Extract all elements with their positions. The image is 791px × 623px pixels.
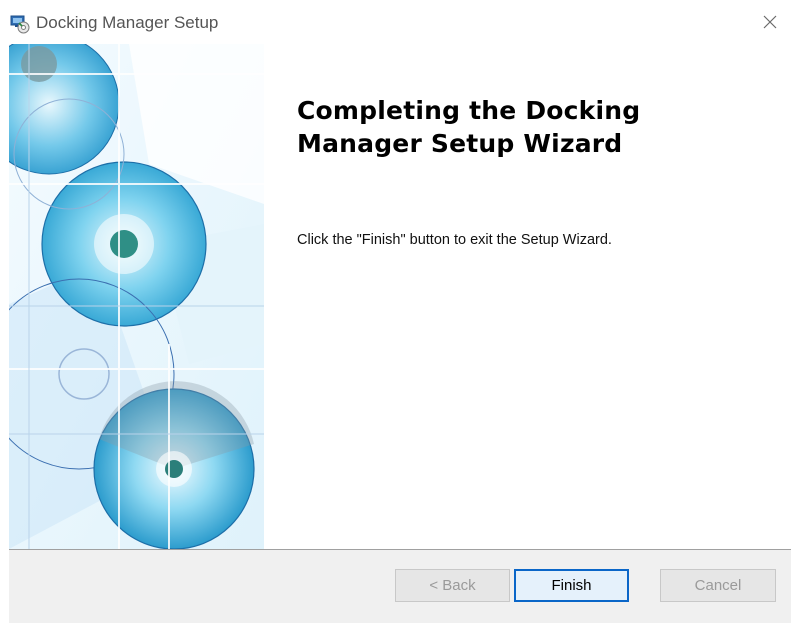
title-bar: Docking Manager Setup — [0, 0, 791, 44]
cancel-button[interactable]: Cancel — [660, 569, 776, 602]
finish-button[interactable]: Finish — [514, 569, 629, 602]
wizard-instructions: Click the "Finish" button to exit the Se… — [297, 232, 612, 248]
wizard-heading: Completing the Docking Manager Setup Wiz… — [297, 96, 641, 158]
setup-wizard-window: Docking Manager Setup Completing the Doc… — [0, 0, 791, 623]
wizard-banner-image — [9, 44, 264, 549]
back-button[interactable]: < Back — [395, 569, 510, 602]
close-icon — [763, 15, 777, 29]
installer-icon — [10, 15, 30, 34]
window-title: Docking Manager Setup — [36, 13, 219, 32]
close-button[interactable] — [752, 4, 788, 40]
